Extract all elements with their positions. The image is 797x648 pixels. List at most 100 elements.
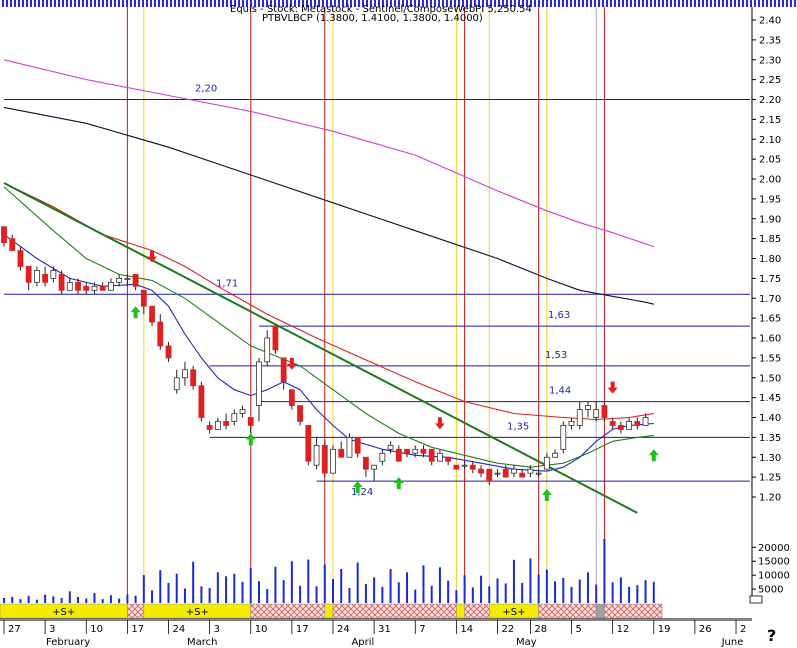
volume-bar (340, 569, 343, 603)
volume-bar (35, 599, 38, 603)
volume-bar (488, 586, 491, 603)
top-border-dash (756, 0, 758, 7)
volume-bar (348, 587, 351, 603)
top-border-dash (596, 0, 598, 7)
top-border-dash (656, 0, 658, 7)
volume-scale-box (749, 595, 763, 604)
volume-bar (652, 581, 655, 603)
candle-down (420, 448, 427, 454)
candle-down (157, 321, 164, 347)
top-border-dash (68, 0, 70, 7)
top-border-dash (156, 0, 158, 7)
top-border-dash (628, 0, 630, 7)
volume-bar (44, 594, 47, 603)
price-tick-label: 1.50 (759, 373, 781, 384)
volume-bar (332, 579, 334, 603)
x-day-label: 10 (255, 624, 268, 635)
top-border-dash (160, 0, 162, 7)
top-border-dash (584, 0, 586, 7)
volume-bar (570, 586, 573, 603)
signal-band (456, 603, 465, 619)
volume-bar (619, 577, 622, 603)
volume-bar (52, 596, 55, 603)
volume-bar (636, 585, 639, 603)
candle-down (502, 468, 509, 478)
axes: 2.40 2.35 2.30 2.25 2.20 2.15 2.10 2.05 2.00 1.95… (0, 7, 790, 648)
top-border-dash (180, 0, 182, 7)
top-border-dash (152, 0, 154, 7)
candle-up (231, 413, 238, 422)
support-resistance-lines: 2,201,711,631,531,441,351,24 (4, 84, 750, 498)
price-tick-label: 1.35 (759, 433, 781, 444)
candle-down (305, 425, 312, 462)
volume-bar (200, 586, 203, 603)
top-border-dash (676, 0, 678, 7)
candle-up (585, 405, 591, 410)
candle-up (412, 448, 419, 454)
x-day-label: 12 (617, 624, 630, 635)
candle-down (75, 281, 81, 291)
ma-red-line (3, 182, 654, 421)
candle-down (486, 468, 493, 482)
top-border-dash (560, 0, 562, 7)
signal-bands: +S+ +S+ +S+ (0, 603, 663, 619)
volume-bar (142, 575, 145, 603)
price-tick-label: 1.20 (759, 493, 781, 504)
candle-down (404, 448, 410, 454)
top-border-dash (692, 0, 694, 7)
candle-up (264, 337, 271, 363)
top-border-dash (640, 0, 642, 7)
chart-window: 2,20 1,71 1,63 1,53 1,44 1,35 1,24 +S+ +S+ +S+ 2… (0, 0, 797, 648)
top-border-dash (112, 0, 114, 7)
top-border-dash (776, 0, 778, 7)
band-label: +S+ (52, 607, 75, 618)
top-border-dash (100, 0, 102, 7)
top-border-dash (748, 0, 750, 7)
buy-arrow-icon (245, 433, 256, 446)
candle-down (288, 389, 295, 406)
candle-down (297, 405, 304, 422)
top-border-dash (548, 0, 550, 7)
x-month-label: May (516, 637, 537, 648)
top-border-dash (52, 0, 54, 7)
level-label: 1,63 (548, 310, 570, 321)
volume-bar (323, 564, 326, 603)
help-icon[interactable]: ? (767, 626, 776, 645)
x-day-label: 10 (90, 624, 103, 635)
price-tick-label: 1.30 (759, 453, 781, 464)
volume-bar (381, 586, 384, 603)
volume-bar (455, 590, 458, 603)
volume-bar (562, 577, 565, 603)
candle-up (626, 421, 632, 430)
volume-bar (183, 588, 186, 603)
candle-up (552, 452, 558, 458)
x-day-label: 24 (173, 624, 186, 635)
candle-down (445, 456, 452, 462)
volume-bar (307, 559, 310, 603)
top-border-dash (712, 0, 714, 7)
candle-down (354, 436, 361, 454)
price-tick-label: 2.20 (759, 95, 781, 106)
top-border-dash (732, 0, 734, 7)
x-day-label: 3 (49, 624, 55, 635)
top-border-dash (592, 0, 594, 7)
x-day-label: 27 (8, 624, 21, 635)
top-border-dash (176, 0, 178, 7)
top-border-dash (704, 0, 706, 7)
top-border-dash (168, 0, 170, 7)
candle-up (642, 417, 649, 426)
candle-up (527, 468, 534, 474)
top-border-dash (780, 0, 782, 7)
top-border-dash (664, 0, 666, 7)
volume-bar (175, 573, 178, 603)
top-border-dash (652, 0, 654, 7)
volume-bar (241, 581, 244, 603)
top-border-dash (716, 0, 718, 7)
top-border-dash (104, 0, 106, 7)
candle-up (330, 448, 336, 474)
volume-bar (504, 583, 507, 603)
top-border-dash (580, 0, 582, 7)
volume-bar (595, 584, 598, 603)
top-border-dash (688, 0, 690, 7)
top-border-dash (672, 0, 674, 7)
